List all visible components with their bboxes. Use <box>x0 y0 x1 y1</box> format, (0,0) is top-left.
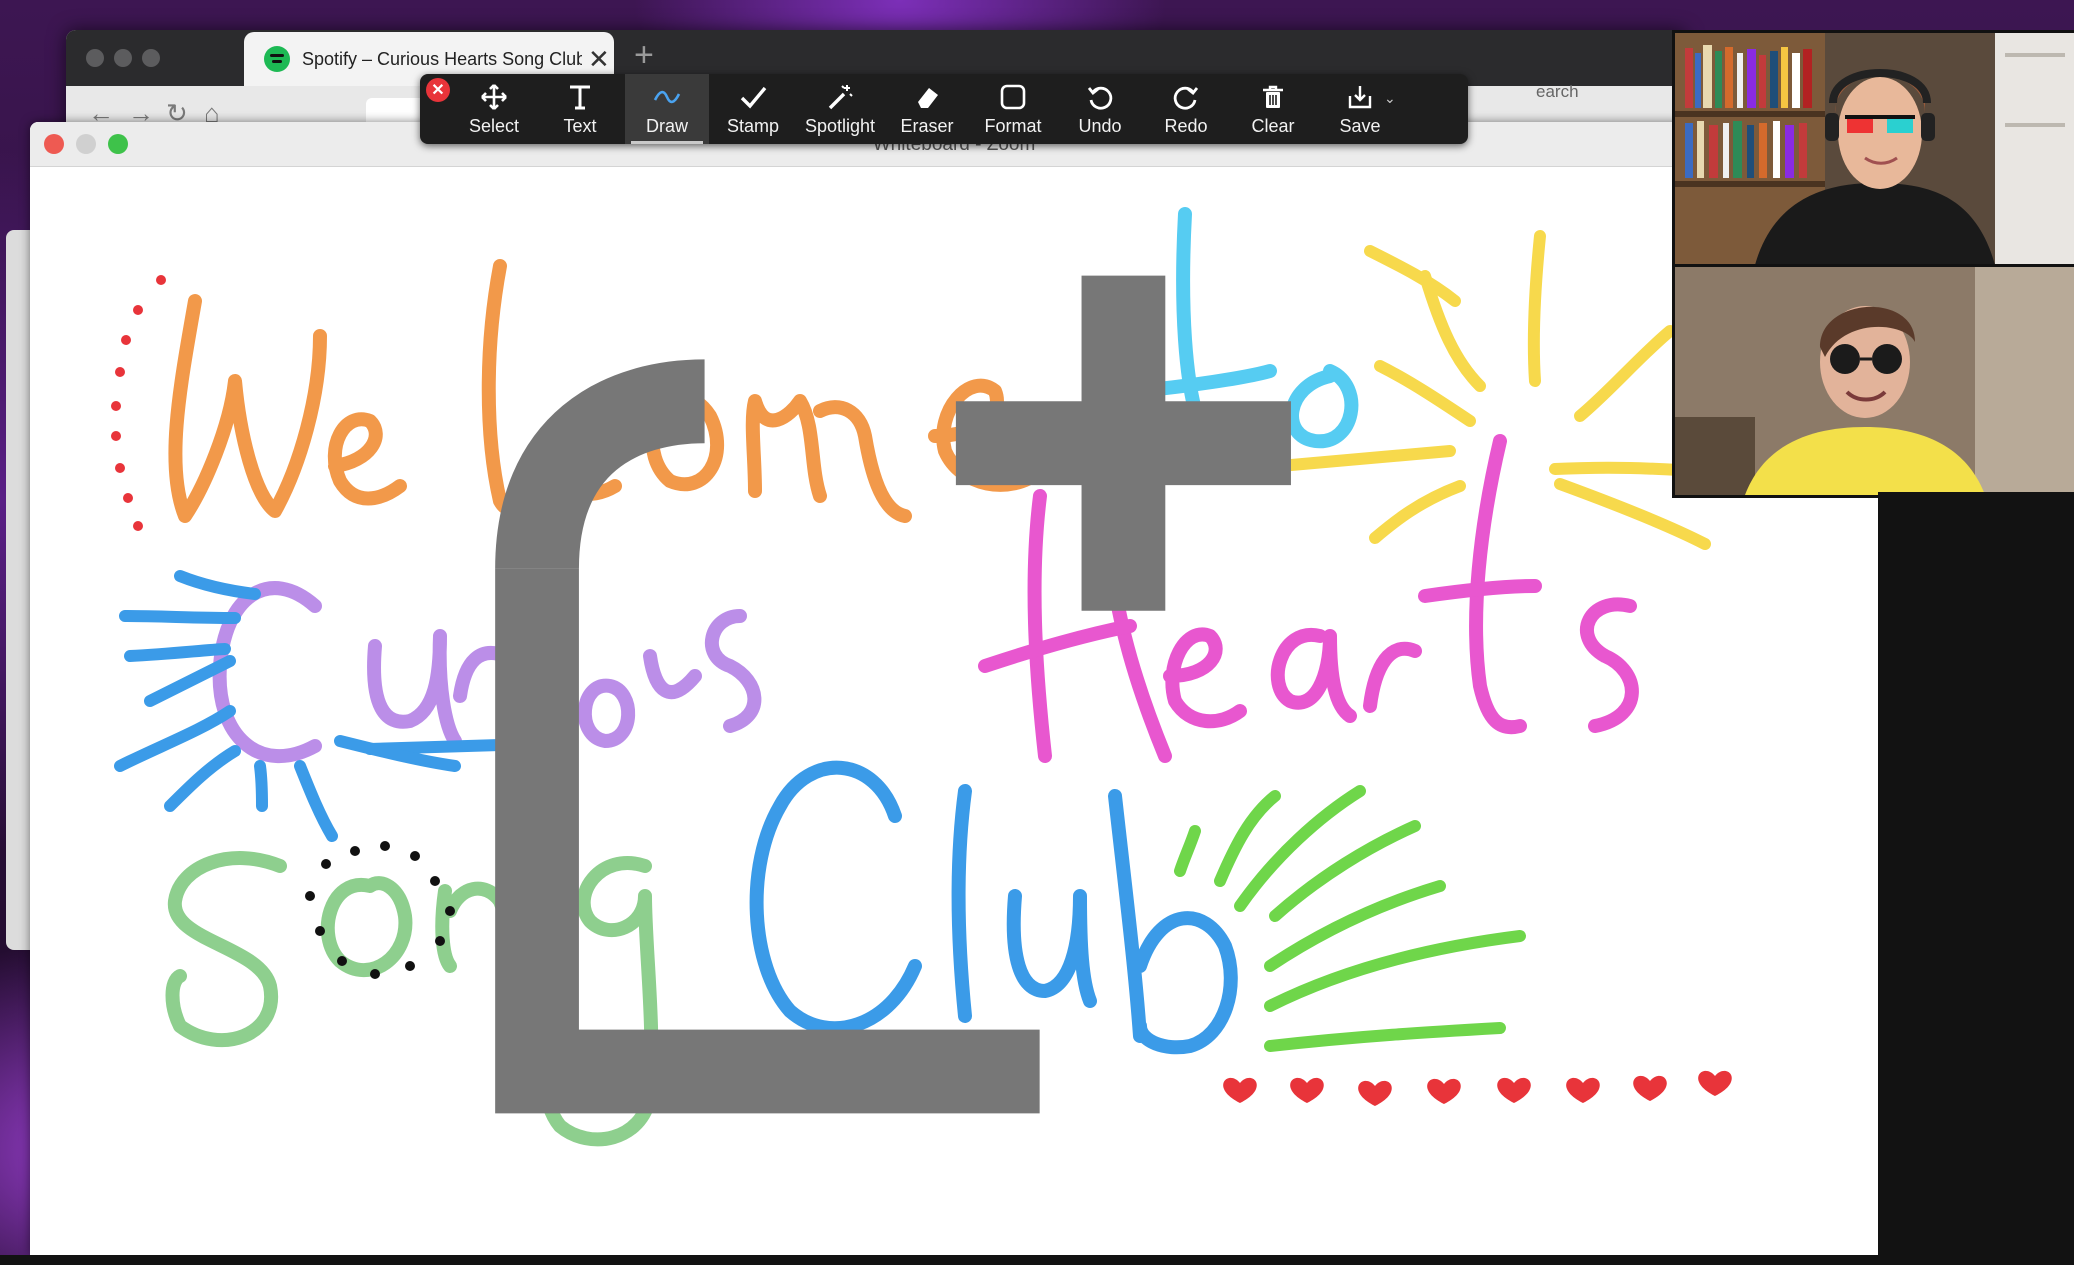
tool-draw[interactable]: Draw <box>625 74 709 144</box>
toolbar-close-icon[interactable]: ✕ <box>426 78 450 102</box>
tool-label: Format <box>984 116 1042 136</box>
search-field-hint: earch <box>1536 82 1579 101</box>
text-t-icon <box>570 85 590 110</box>
participant-1-avatar <box>1675 33 2074 265</box>
tool-label: Stamp <box>726 116 780 136</box>
whiteboard-window: Whiteboard - Zoom <box>30 122 1878 1255</box>
screen-bottom-edge <box>0 1255 2074 1265</box>
tool-label: Eraser <box>900 116 954 136</box>
tool-undo[interactable]: Undo <box>1058 74 1142 144</box>
tab-close-icon[interactable]: ✕ <box>588 46 610 72</box>
magic-wand-icon <box>828 85 853 110</box>
tool-text[interactable]: Text <box>538 74 622 144</box>
tool-redo[interactable]: Redo <box>1144 74 1228 144</box>
redo-arrow-icon <box>1173 86 1199 110</box>
background-window-edge <box>6 230 30 950</box>
tool-label: Undo <box>1078 116 1122 136</box>
browser-minimize-dot[interactable] <box>114 49 132 67</box>
tool-clear[interactable]: Clear <box>1231 74 1315 144</box>
tool-label: Select <box>468 116 520 136</box>
rounded-square-icon <box>1000 84 1026 110</box>
gallery-empty-area <box>1878 492 2074 1265</box>
squiggle-icon <box>653 90 681 104</box>
tool-select[interactable]: Select <box>452 74 536 144</box>
browser-zoom-dot[interactable] <box>142 49 160 67</box>
tool-label: Draw <box>645 116 688 136</box>
participant-2-avatar <box>1675 267 2074 495</box>
tool-save[interactable]: ⌄ Save <box>1318 74 1402 144</box>
eraser-icon <box>918 88 938 108</box>
spotify-icon <box>264 46 290 72</box>
tool-label: Clear <box>1251 116 1295 136</box>
tool-label: Text <box>563 116 597 136</box>
participant-video-2[interactable] <box>1672 264 2074 498</box>
tool-label: Save <box>1339 116 1381 136</box>
tool-label: Spotlight <box>804 116 876 136</box>
participant-video-1[interactable] <box>1672 30 2074 268</box>
browser-close-dot[interactable] <box>86 49 104 67</box>
move-arrows-icon <box>481 84 507 110</box>
tool-spotlight[interactable]: Spotlight <box>798 74 882 144</box>
checkmark-icon <box>740 86 767 109</box>
annotation-toolbar: ✕ Select Text Draw Stamp Spotlight Erase… <box>420 74 1468 144</box>
tool-format[interactable]: Format <box>971 74 1055 144</box>
chevron-down-icon[interactable]: ⌄ <box>1384 90 1396 107</box>
undo-arrow-icon <box>1087 86 1113 110</box>
trash-icon <box>1263 85 1283 108</box>
tool-stamp[interactable]: Stamp <box>711 74 795 144</box>
whiteboard-canvas[interactable] <box>30 166 1878 1255</box>
save-download-icon <box>1348 86 1372 109</box>
tool-label: Redo <box>1164 116 1208 136</box>
browser-tab-title: Spotify – Curious Hearts Song Club <box>302 48 582 69</box>
expand-whiteboard-icon[interactable] <box>30 150 1838 1239</box>
tool-eraser[interactable]: Eraser <box>885 74 969 144</box>
new-tab-button[interactable]: + <box>634 36 654 75</box>
